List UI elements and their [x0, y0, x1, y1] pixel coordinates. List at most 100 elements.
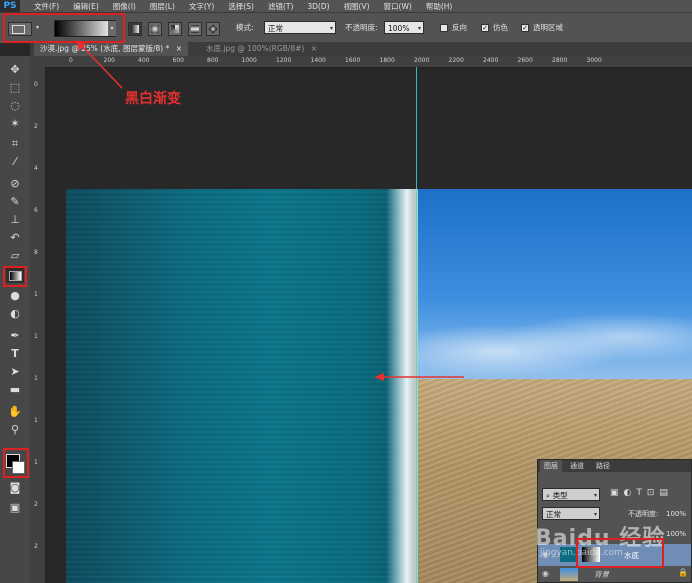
search-icon: ⌕	[546, 491, 553, 500]
blur-tool-icon[interactable]: ●	[6, 288, 24, 303]
radial-gradient-button[interactable]	[148, 22, 162, 36]
layer-opacity-value[interactable]: 100%	[666, 507, 686, 521]
tab-underwater-label: 水底.jpg @ 100%(RGB/8#)	[206, 44, 305, 53]
lasso-tool-icon[interactable]: ◌	[6, 98, 24, 113]
ruler-tick-label: 1000	[241, 57, 257, 64]
eyedropper-tool-icon[interactable]: ⁄	[6, 154, 24, 169]
opacity-field[interactable]: 100% ▾	[384, 21, 424, 34]
layer-opacity-label: 不透明度:	[628, 510, 659, 518]
ruler-tick-label: 2000	[414, 57, 430, 64]
layer-row-background[interactable]: ◉ 背景 🔒	[538, 566, 691, 583]
dodge-tool-icon[interactable]: ◐	[6, 306, 24, 321]
ruler-tick-label: 2600	[517, 57, 533, 64]
annotation-label: 黑白渐变	[125, 91, 181, 107]
transparency-checkbox[interactable]: ✓	[521, 24, 529, 32]
ruler-tick-label: 1	[34, 417, 38, 424]
eraser-tool-icon[interactable]: ▱	[6, 248, 24, 263]
menu-3d[interactable]: 3D(D)	[307, 2, 329, 11]
linear-gradient-icon	[131, 25, 139, 33]
menu-view[interactable]: 视图(V)	[344, 1, 370, 12]
linear-gradient-button[interactable]	[128, 22, 142, 36]
eye-icon[interactable]: ◉	[542, 569, 549, 578]
ruler-tick-label: 4	[34, 165, 38, 172]
reflected-gradient-button[interactable]	[188, 22, 202, 36]
tab-layers[interactable]: 图层	[540, 460, 562, 472]
stamp-tool-icon[interactable]: ⊥	[6, 212, 24, 227]
tab-paths[interactable]: 路径	[592, 460, 614, 472]
close-icon[interactable]: ×	[176, 44, 182, 53]
layer-filter-value: 类型	[552, 491, 568, 500]
layer-filter-select[interactable]: ⌕ 类型 ▾	[542, 488, 600, 501]
blend-mode-select[interactable]: 正常 ▾	[542, 507, 600, 520]
opacity-value: 100%	[388, 24, 410, 33]
rectangle-tool-icon[interactable]: ▬	[6, 382, 24, 397]
angle-gradient-icon	[171, 25, 179, 33]
menu-help[interactable]: 帮助(H)	[426, 1, 453, 12]
ruler-tick-label: 2800	[552, 57, 568, 64]
menu-type[interactable]: 文字(Y)	[189, 1, 214, 12]
menu-file[interactable]: 文件(F)	[34, 1, 59, 12]
opacity-label: 不透明度:	[345, 23, 378, 32]
lock-icon: 🔒	[678, 568, 688, 577]
history-brush-tool-icon[interactable]: ↶	[6, 230, 24, 245]
brush-tool-icon[interactable]: ✎	[6, 194, 24, 209]
annotation-box-color-swatches	[3, 448, 29, 478]
type-tool-icon[interactable]: T	[6, 346, 24, 361]
ruler-tick-label: 2	[34, 501, 38, 508]
mode-value: 正常	[268, 24, 283, 33]
diamond-gradient-button[interactable]	[206, 22, 220, 36]
ruler-tick-label: 6	[34, 207, 38, 214]
zoom-tool-icon[interactable]: ⚲	[6, 422, 24, 437]
marquee-tool-icon[interactable]: ⬚	[6, 80, 24, 95]
magic-wand-tool-icon[interactable]: ✶	[6, 116, 24, 131]
crop-tool-icon[interactable]: ⌗	[6, 136, 24, 151]
annotation-box-gradient-picker	[3, 13, 125, 43]
menu-window[interactable]: 窗口(W)	[384, 1, 412, 12]
tab-underwater-doc[interactable]: 水底.jpg @ 100%(RGB/8#) ×	[200, 42, 323, 56]
reflected-gradient-icon	[191, 25, 199, 33]
ruler-vertical: 0 2 4 6 8 1 1 1 1 1 2 2	[30, 67, 46, 583]
ruler-tick-label: 1	[34, 333, 38, 340]
healing-brush-tool-icon[interactable]: ⊘	[6, 176, 24, 191]
layer-fill-value[interactable]: 100%	[666, 527, 686, 541]
reverse-checkbox[interactable]	[440, 24, 448, 32]
hand-tool-icon[interactable]: ✋	[6, 404, 24, 419]
mode-label: 模式:	[236, 23, 254, 32]
tab-channels[interactable]: 通道	[566, 460, 588, 472]
menu-image[interactable]: 图像(I)	[113, 1, 136, 12]
ruler-tick-label: 1	[34, 459, 38, 466]
reverse-label: 反向	[452, 23, 467, 32]
ruler-horizontal: 0 200 400 600 800 1000 1200 1400 1600 1800 2000 220…	[45, 56, 692, 68]
move-tool-icon[interactable]: ✥	[6, 62, 24, 77]
screen-mode-icon[interactable]: ▣	[6, 500, 24, 515]
ruler-tick-label: 1200	[276, 57, 292, 64]
transparency-label: 透明区域	[533, 23, 563, 32]
tools-panel: ✥ ⬚ ◌ ✶ ⌗ ⁄ ⊘ ✎ ⊥ ↶ ▱ ● ◐ ✒ T ➤ ▬ ✋ ⚲ ◙ …	[0, 56, 31, 583]
path-selection-tool-icon[interactable]: ➤	[6, 364, 24, 379]
pen-tool-icon[interactable]: ✒	[6, 328, 24, 343]
ruler-tick-label: 2200	[448, 57, 464, 64]
diamond-gradient-icon	[208, 24, 218, 34]
surf-edge	[386, 189, 418, 583]
menu-edit[interactable]: 编辑(E)	[73, 1, 99, 12]
ruler-tick-label: 1400	[310, 57, 326, 64]
ruler-tick-label: 400	[138, 57, 150, 64]
quick-mask-icon[interactable]: ◙	[6, 480, 24, 495]
menu-layer[interactable]: 图层(L)	[150, 1, 175, 12]
background-layer-name: 背景	[594, 570, 609, 579]
ruler-tick-label: 8	[34, 249, 38, 256]
gradient-drag-arrow	[374, 373, 464, 381]
ruler-tick-label: 600	[172, 57, 184, 64]
annotation-arrow	[76, 40, 123, 89]
ocean-texture	[66, 189, 411, 583]
menu-filter[interactable]: 滤镜(T)	[268, 1, 293, 12]
menu-select[interactable]: 选择(S)	[228, 1, 254, 12]
vertical-guide-line[interactable]	[416, 67, 417, 583]
mode-select[interactable]: 正常 ▾	[264, 21, 336, 34]
ruler-tick-label: 1800	[379, 57, 395, 64]
dither-checkbox[interactable]: ✓	[481, 24, 489, 32]
clouds-area	[416, 309, 692, 379]
angle-gradient-button[interactable]	[168, 22, 182, 36]
chevron-down-icon: ▾	[593, 492, 597, 499]
close-icon[interactable]: ×	[311, 44, 317, 53]
